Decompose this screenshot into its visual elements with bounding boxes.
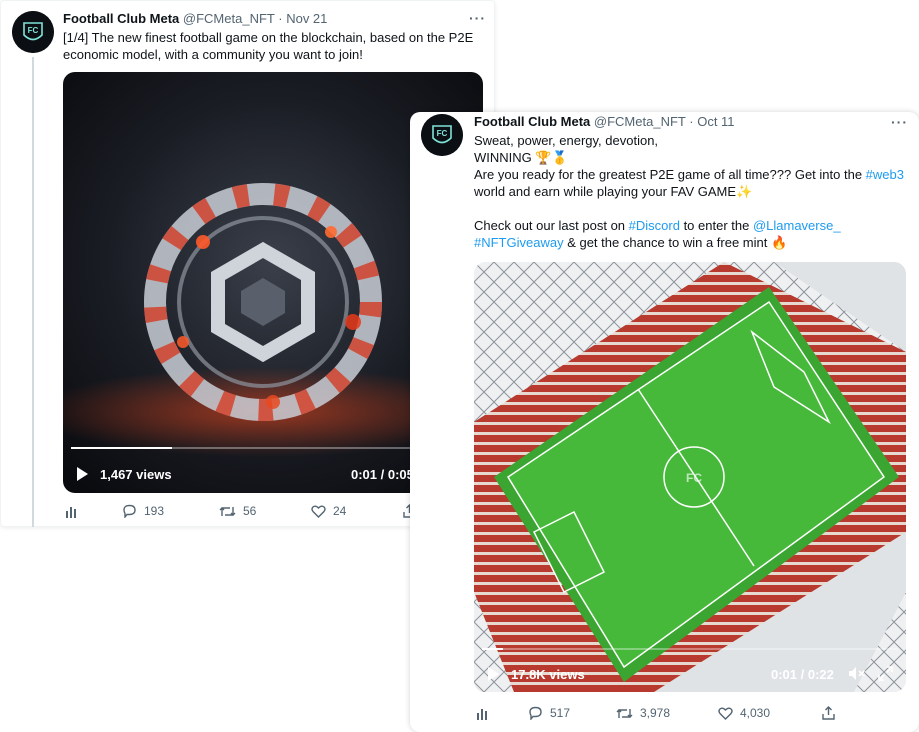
tweet-text: Sweat, power, energy, devotion, WINNING … <box>474 132 914 251</box>
display-name[interactable]: Football Club Meta <box>63 11 179 26</box>
text-line: Check out our last post on #Discord to e… <box>474 217 914 234</box>
svg-text:FC: FC <box>28 26 39 35</box>
more-options-icon[interactable]: ··· <box>891 114 908 130</box>
like-count: 24 <box>333 504 347 518</box>
retweet-button[interactable]: 56 <box>219 504 311 518</box>
video-player[interactable]: FC 17.8K views 0:01 / 0:22 <box>474 262 906 692</box>
reply-icon <box>529 706 542 720</box>
tweet-text: [1/4] The new finest football game on th… <box>63 30 474 62</box>
reply-icon <box>123 504 136 518</box>
like-count: 4,030 <box>740 706 771 720</box>
text-segment: & get the chance to win a free mint 🔥 <box>563 235 788 250</box>
analytics-icon <box>477 708 487 720</box>
svg-text:FC: FC <box>437 129 448 138</box>
like-button[interactable]: 4,030 <box>718 706 822 720</box>
text-segment: to enter the <box>679 218 753 233</box>
video-time: 0:01 / 0:05 <box>351 467 414 482</box>
text-line: #NFTGiveaway & get the chance to win a f… <box>474 234 914 251</box>
like-button[interactable]: 24 <box>311 504 403 518</box>
separator-dot: · <box>689 114 694 129</box>
analytics-button[interactable] <box>476 707 528 720</box>
heart-icon <box>311 505 326 518</box>
share-button[interactable] <box>822 706 842 720</box>
retweet-count: 56 <box>243 504 257 518</box>
thread-line <box>32 57 34 527</box>
retweet-icon <box>219 506 236 516</box>
text-segment: Are you ready for the greatest P2E game … <box>474 167 866 182</box>
fc-meta-logo-icon: FC <box>12 11 54 53</box>
tweet-header: Football Club Meta @FCMeta_NFT · Nov 21 <box>63 11 327 27</box>
reply-count: 193 <box>144 504 165 518</box>
reply-button[interactable]: 193 <box>122 504 219 518</box>
text-segment: Check out our last post on <box>474 218 629 233</box>
fc-meta-logo-icon: FC <box>421 114 463 156</box>
text-line: world and earn while playing your FAV GA… <box>474 184 753 199</box>
hashtag-link[interactable]: #web3 <box>866 167 904 182</box>
tweet-date[interactable]: Nov 21 <box>286 11 327 26</box>
separator-dot: · <box>278 11 283 26</box>
text-line: Sweat, power, energy, devotion, <box>474 133 659 148</box>
share-icon <box>822 706 835 720</box>
reply-count: 517 <box>550 706 571 720</box>
user-handle[interactable]: @FCMeta_NFT <box>594 114 686 129</box>
tweet-card[interactable]: FC Football Club Meta @FCMeta_NFT · Oct … <box>410 112 919 732</box>
tweet-header: Football Club Meta @FCMeta_NFT · Oct 11 <box>474 114 735 130</box>
retweet-button[interactable]: 3,978 <box>616 706 718 720</box>
analytics-button[interactable] <box>65 505 122 518</box>
video-time: 0:01 / 0:22 <box>771 667 834 682</box>
svg-text:FC: FC <box>686 471 702 485</box>
mention-link[interactable]: @Llamaverse_ <box>753 218 841 233</box>
more-options-icon[interactable]: ··· <box>469 10 486 26</box>
video-progress-track[interactable] <box>482 648 898 650</box>
hashtag-link[interactable]: #NFTGiveaway <box>474 235 564 250</box>
video-view-count: 17.8K views <box>511 667 585 682</box>
analytics-icon <box>66 506 76 518</box>
video-progress-fill <box>71 447 172 449</box>
video-thumbnail-stadium: FC <box>474 262 906 692</box>
text-line: Are you ready for the greatest P2E game … <box>474 166 914 183</box>
play-icon[interactable] <box>77 467 88 481</box>
tweet-date[interactable]: Oct 11 <box>697 114 734 129</box>
user-handle[interactable]: @FCMeta_NFT <box>183 11 275 26</box>
text-spacer <box>474 200 914 217</box>
action-bar: 517 3,978 4,030 <box>476 706 908 720</box>
fullscreen-icon[interactable] <box>878 666 893 681</box>
retweet-count: 3,978 <box>640 706 671 720</box>
mute-icon[interactable] <box>848 666 865 681</box>
avatar[interactable]: FC <box>12 11 54 53</box>
video-view-count: 1,467 views <box>100 467 172 482</box>
text-line: WINNING 🏆🥇 <box>474 150 568 165</box>
hashtag-link[interactable]: #Discord <box>629 218 680 233</box>
avatar[interactable]: FC <box>421 114 463 156</box>
reply-button[interactable]: 517 <box>528 706 616 720</box>
display-name[interactable]: Football Club Meta <box>474 114 590 129</box>
heart-icon <box>718 707 733 720</box>
retweet-icon <box>616 708 633 718</box>
play-icon[interactable] <box>488 667 499 681</box>
video-progress-fill <box>482 648 503 650</box>
